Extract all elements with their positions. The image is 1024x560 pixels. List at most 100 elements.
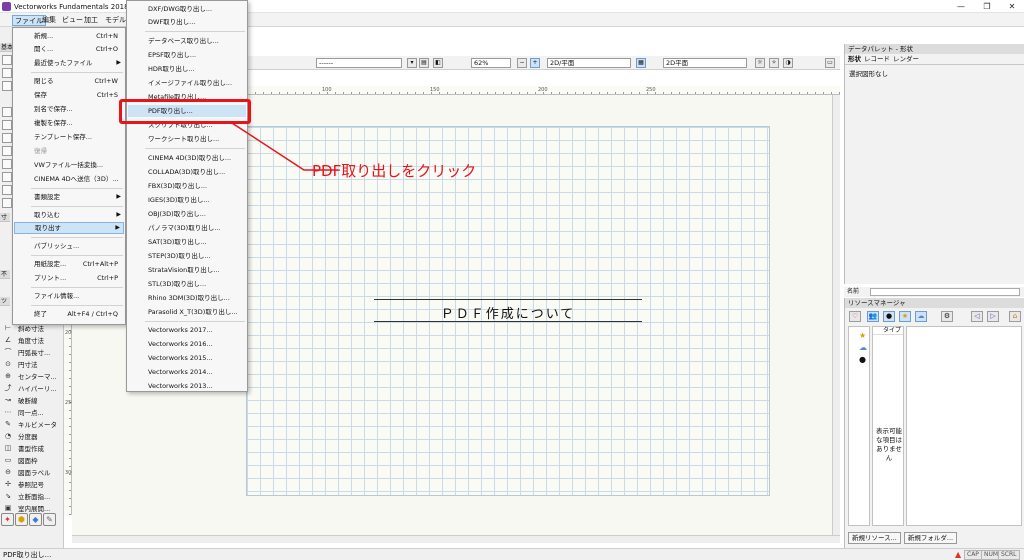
menu-item-recent[interactable]: 最近使ったファイル ▶ [14, 57, 124, 69]
alert-icon[interactable]: ▲ [955, 550, 961, 559]
export-worksheet[interactable]: ワークシート取り出し... [128, 133, 246, 145]
menu-modify[interactable]: 加工 [82, 15, 100, 26]
export-dxf-dwg[interactable]: DXF/DWG取り出し... [128, 3, 246, 15]
export-rhino[interactable]: Rhino 3DM(3D)取り出し... [128, 292, 246, 304]
class-dropdown[interactable]: ------ [316, 58, 402, 68]
export-iges[interactable]: IGES(3D)取り出し... [128, 194, 246, 206]
tool-hyperlink[interactable]: ⤴ ハイパーリ... [2, 382, 58, 393]
arc-tool-icon[interactable] [2, 146, 12, 156]
tool-title-block[interactable]: ▭ 図面枠 [2, 454, 58, 465]
star-icon[interactable]: ★ [899, 311, 911, 322]
menu-item-open[interactable]: 開く... Ctrl+O [14, 43, 124, 55]
rectangle-tool-icon[interactable] [2, 120, 12, 130]
export-sat[interactable]: SAT(3D)取り出し... [128, 236, 246, 248]
menu-item-batch-convert[interactable]: VWファイル一括変換... [14, 159, 124, 171]
export-vw2015[interactable]: Vectorworks 2015... [128, 352, 246, 364]
export-stl[interactable]: STL(3D)取り出し... [128, 278, 246, 290]
close-button[interactable]: ✕ [1003, 1, 1021, 12]
menu-item-save-template[interactable]: テンプレート保存... [14, 131, 124, 143]
view-toggle-button[interactable]: ▦ [636, 58, 646, 68]
export-collada[interactable]: COLLADA(3D)取り出し... [128, 166, 246, 178]
menu-item-new[interactable]: 新規... Ctrl+N [14, 30, 124, 42]
tab-record[interactable]: レコード [864, 54, 890, 64]
pan-tool-icon[interactable] [2, 68, 12, 78]
favorites-star-icon[interactable]: ★ [859, 331, 866, 340]
view-dropdown[interactable]: 2D/平面 [547, 58, 631, 68]
cloud-icon[interactable]: ☁ [915, 311, 927, 322]
zoom-out-button[interactable]: − [517, 58, 527, 68]
tool-interior-elevation[interactable]: ▣ 室内展開... [2, 502, 58, 513]
menu-item-export[interactable]: 取り出す ▶ [14, 222, 124, 234]
viewbar-overflow-button[interactable]: ▭ [825, 58, 835, 68]
name-field[interactable] [870, 288, 1020, 296]
menu-item-save-as[interactable]: 別名で保存... [14, 103, 124, 115]
menu-edit[interactable]: 編集 [40, 15, 58, 26]
standard-view-button[interactable]: ◧ [433, 58, 443, 68]
tool-break-line[interactable]: ↝ 破断線 [2, 394, 58, 405]
light-options-button[interactable]: ✧ [769, 58, 779, 68]
export-vw2016[interactable]: Vectorworks 2016... [128, 338, 246, 350]
tool-center-mark[interactable]: ⊕ センターマ... [2, 370, 58, 381]
export-vw2013[interactable]: Vectorworks 2013... [128, 380, 246, 392]
users-icon[interactable]: 👥 [867, 311, 879, 322]
vertical-scrollbar[interactable] [832, 95, 840, 535]
tool-arc-length[interactable]: ⌒ 円弧長寸... [2, 346, 58, 357]
selection-tool-icon[interactable] [2, 55, 12, 65]
export-parasolid[interactable]: Parasolid X_T(3D)取り出し... [128, 306, 246, 318]
annotate-toolset-icon[interactable]: ✎ [43, 513, 56, 526]
tool-drawing-label[interactable]: ⊖ 図面ラベル [2, 466, 58, 477]
menu-model[interactable]: モデル [103, 15, 128, 26]
forward-arrow-icon[interactable]: ▷ [987, 311, 999, 322]
tool-reference-marker[interactable]: ✢ 参照記号 [2, 478, 58, 489]
export-vw2014[interactable]: Vectorworks 2014... [128, 366, 246, 378]
menu-item-send-cinema4d[interactable]: CINEMA 4Dへ送信（3D）... [14, 173, 124, 185]
export-fbx[interactable]: FBX(3D)取り出し... [128, 180, 246, 192]
export-epsf[interactable]: EPSF取り出し... [128, 49, 246, 61]
tool-same-point[interactable]: ⋯ 同一点... [2, 406, 58, 417]
fill-tool-icon[interactable] [2, 198, 12, 208]
resource-list[interactable]: タイプ 表示可能 な項目は ありません [872, 326, 904, 526]
export-hdr[interactable]: HDR取り出し... [128, 63, 246, 75]
line-tool-icon[interactable] [2, 107, 12, 117]
building-toolset-icon[interactable]: ⬢ [15, 513, 28, 526]
menu-item-document-settings[interactable]: 書類設定 ▶ [14, 191, 124, 203]
minimize-button[interactable]: — [952, 1, 970, 12]
zoom-tool-icon[interactable] [2, 81, 12, 91]
export-step[interactable]: STEP(3D)取り出し... [128, 250, 246, 262]
camera-button[interactable]: ◑ [783, 58, 793, 68]
visualize-toolset-icon[interactable]: ◆ [29, 513, 42, 526]
gear-icon[interactable]: ⚙ [941, 311, 953, 322]
menu-item-save[interactable]: 保存 Ctrl+S [14, 89, 124, 101]
new-folder-button[interactable]: 新規フォルダ... [903, 532, 958, 544]
lighting-button[interactable]: ☼ [755, 58, 765, 68]
export-dwf[interactable]: DWF取り出し... [128, 16, 246, 28]
menu-item-publish[interactable]: パブリッシュ... [14, 240, 124, 252]
tool-circle-dimension[interactable]: ⊙ 円寸法 [2, 358, 58, 369]
menu-item-save-copy[interactable]: 複製を保存... [14, 117, 124, 129]
freehand-tool-icon[interactable] [2, 172, 12, 182]
circle-tool-icon[interactable] [2, 133, 12, 143]
export-stratavision[interactable]: StrataVision取り出し... [128, 264, 246, 276]
menu-item-page-setup[interactable]: 用紙設定... Ctrl+Alt+P [14, 258, 124, 270]
zoom-field[interactable]: 62% [471, 58, 511, 68]
export-cinema4d[interactable]: CINEMA 4D(3D)取り出し... [128, 152, 246, 164]
export-panorama[interactable]: パノラマ(3D)取り出し... [128, 222, 246, 234]
tool-curvimeter[interactable]: ✎ キルビメータ [2, 418, 58, 429]
back-arrow-icon[interactable]: ◁ [971, 311, 983, 322]
favorites-icon[interactable]: ♡ [849, 311, 861, 322]
list-column-type[interactable]: タイプ [873, 327, 903, 335]
text-tool-icon[interactable] [2, 185, 12, 195]
user-icon[interactable]: ● [883, 311, 895, 322]
drawing-heading-text[interactable]: ＰＤＦ作成について [374, 303, 642, 322]
tool-protractor[interactable]: ◔ 分度器 [2, 430, 58, 441]
dropdown-button[interactable]: ▾ [407, 58, 417, 68]
cloud-folder-icon[interactable]: ☁ [859, 343, 867, 352]
user-folder-icon[interactable]: ● [859, 355, 866, 364]
resource-tree[interactable]: ★ ☁ ● [848, 326, 870, 526]
menu-item-print[interactable]: プリント... Ctrl+P [14, 272, 124, 284]
menu-item-close[interactable]: 閉じる Ctrl+W [14, 75, 124, 87]
horizontal-scrollbar[interactable] [72, 535, 840, 543]
export-image-file[interactable]: イメージファイル取り出し... [128, 77, 246, 89]
tool-angle-dimension[interactable]: ∠ 角度寸法 [2, 334, 58, 345]
menu-item-file-info[interactable]: ファイル情報... [14, 290, 124, 302]
